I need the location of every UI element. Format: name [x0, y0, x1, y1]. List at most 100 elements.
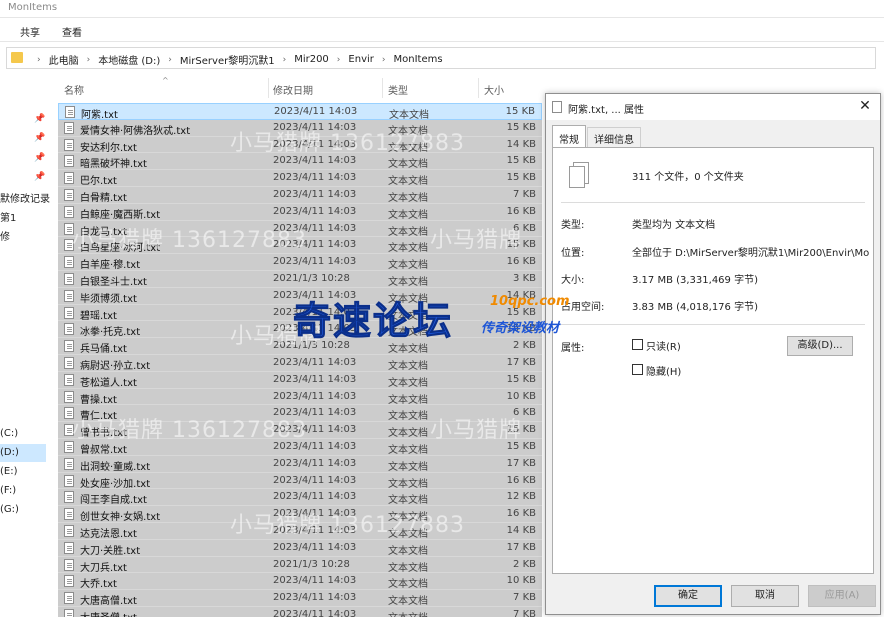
tab-details[interactable]: 详细信息: [587, 127, 641, 147]
file-type: 文本文档: [388, 125, 428, 137]
file-row[interactable]: 闯王李自成.txt 2023/4/11 14:03 文本文档 12 KB: [58, 489, 542, 506]
file-row[interactable]: 病尉迟·孙立.txt 2023/4/11 14:03 文本文档 17 KB: [58, 354, 542, 372]
text-file-icon: [64, 272, 74, 285]
file-row[interactable]: 白鸟星座·冰河.txt 2023/4/11 14:03 文本文档 15 KB: [58, 237, 542, 254]
file-row[interactable]: 阿紫.txt 2023/4/11 14:03 文本文档 15 KB: [58, 103, 542, 121]
readonly-checkbox[interactable]: 只读(R): [632, 337, 702, 353]
nav-drive-d[interactable]: (D:): [0, 444, 46, 462]
file-row[interactable]: 兵马俑.txt 2021/1/3 10:28 文本文档 2 KB: [58, 338, 542, 355]
file-row[interactable]: 大刀兵.txt 2021/1/3 10:28 文本文档 2 KB: [58, 556, 542, 574]
nav-drive-c[interactable]: (C:): [0, 425, 46, 443]
column-header-date[interactable]: 修改日期: [273, 82, 313, 97]
file-date: 2023/4/11 14:03: [273, 524, 357, 536]
file-row[interactable]: 毕须博须.txt 2023/4/11 14:03 文本文档 14 KB: [58, 287, 542, 305]
file-row[interactable]: 白骨精.txt 2023/4/11 14:03 文本文档 7 KB: [58, 186, 542, 204]
file-size: 15 KB: [506, 373, 536, 385]
pin-icon[interactable]: 📌: [34, 172, 45, 182]
hidden-checkbox[interactable]: 隐藏(H): [632, 362, 702, 378]
file-row[interactable]: 苍松道人.txt 2023/4/11 14:03 文本文档 15 KB: [58, 371, 542, 389]
column-divider[interactable]: [268, 78, 269, 98]
column-header-name[interactable]: 名称: [64, 82, 84, 97]
pin-icon[interactable]: 📌: [34, 133, 45, 143]
file-row[interactable]: 白羊座·穆.txt 2023/4/11 14:03 文本文档 16 KB: [58, 254, 542, 271]
ribbon-tab-view[interactable]: 查看: [62, 24, 82, 39]
column-divider[interactable]: [382, 78, 383, 98]
crumb-this-pc[interactable]: 此电脑: [49, 52, 79, 67]
file-row[interactable]: 安达利尔.txt 2023/4/11 14:03 文本文档 14 KB: [58, 136, 542, 154]
chevron-right-icon[interactable]: ›: [337, 55, 341, 65]
file-row[interactable]: 白银圣斗士.txt 2021/1/3 10:28 文本文档 3 KB: [58, 270, 542, 288]
nav-item-recent[interactable]: 默修改记录: [0, 190, 50, 205]
file-name: 达克法恩.txt: [80, 528, 137, 540]
file-row[interactable]: 大唐圣僧.txt 2023/4/11 14:03 文本文档 7 KB: [58, 606, 542, 617]
chevron-right-icon[interactable]: ›: [37, 55, 41, 65]
file-row[interactable]: 白龙马.txt 2023/4/11 14:03 文本文档 6 KB: [58, 220, 542, 238]
file-type: 文本文档: [388, 310, 428, 322]
file-date: 2023/4/11 14:03: [273, 457, 357, 469]
column-header-size[interactable]: 大小: [484, 82, 504, 97]
file-size: 14 KB: [506, 289, 536, 301]
chevron-right-icon[interactable]: ›: [382, 55, 386, 65]
pin-icon[interactable]: 📌: [34, 153, 45, 163]
address-bar[interactable]: › 此电脑 › 本地磁盘 (D:) › MirServer黎明沉默1 › Mir…: [6, 47, 876, 69]
apply-button[interactable]: 应用(A): [808, 585, 876, 607]
nav-drive-g[interactable]: (G:): [0, 501, 46, 519]
chevron-right-icon[interactable]: ›: [168, 55, 172, 65]
nav-item-1[interactable]: 第1: [0, 209, 16, 224]
file-row[interactable]: 出洞蛟·童威.txt 2023/4/11 14:03 文本文档 17 KB: [58, 455, 542, 473]
dialog-titlebar[interactable]: 阿紫.txt, ... 属性 ✕: [546, 94, 880, 120]
file-name: 白鲸座·魔西斯.txt: [80, 209, 161, 221]
file-row[interactable]: 曹仁.txt 2023/4/11 14:03 文本文档 6 KB: [58, 405, 542, 422]
nav-drive-e-label: (E:): [0, 466, 18, 477]
crumb-mir200[interactable]: Mir200: [294, 54, 329, 65]
chevron-right-icon[interactable]: ›: [283, 55, 287, 65]
file-row[interactable]: 达克法恩.txt 2023/4/11 14:03 文本文档 14 KB: [58, 522, 542, 540]
checkbox-box[interactable]: [632, 364, 643, 375]
file-row[interactable]: 白鲸座·魔西斯.txt 2023/4/11 14:03 文本文档 16 KB: [58, 203, 542, 221]
file-row[interactable]: 大乔.txt 2023/4/11 14:03 文本文档 10 KB: [58, 573, 542, 590]
tab-general[interactable]: 常规: [552, 125, 586, 147]
file-row[interactable]: 曹操.txt 2023/4/11 14:03 文本文档 10 KB: [58, 388, 542, 406]
advanced-button[interactable]: 高级(D)...: [787, 336, 853, 356]
file-name: 冰拳·托克.txt: [80, 327, 141, 339]
file-row[interactable]: 曾叔常.txt 2023/4/11 14:03 文本文档 15 KB: [58, 438, 542, 456]
file-date: 2023/4/11 14:03: [273, 138, 357, 150]
checkbox-box[interactable]: [632, 339, 643, 350]
text-file-icon: [64, 340, 74, 353]
crumb-drive-d[interactable]: 本地磁盘 (D:): [98, 52, 160, 67]
file-row[interactable]: 冰拳·托克.txt 2023/4/11 14:03 文本文档 15 KB: [58, 321, 542, 338]
column-header-type[interactable]: 类型: [388, 82, 408, 97]
nav-item-2[interactable]: 修: [0, 228, 10, 243]
file-row[interactable]: 巴尔.txt 2023/4/11 14:03 文本文档 15 KB: [58, 170, 542, 187]
file-size: 17 KB: [506, 356, 536, 368]
close-icon[interactable]: ✕: [856, 97, 874, 115]
crumb-envir[interactable]: Envir: [348, 54, 373, 65]
file-date: 2023/4/11 14:03: [273, 575, 357, 587]
file-size: 15 KB: [506, 239, 536, 251]
hidden-label[interactable]: 隐藏(H): [646, 363, 681, 378]
pin-icon[interactable]: 📌: [34, 114, 45, 124]
file-row[interactable]: 处女座·沙加.txt 2023/4/11 14:03 文本文档 16 KB: [58, 472, 542, 490]
file-row[interactable]: 暗黑破坏神.txt 2023/4/11 14:03 文本文档 15 KB: [58, 153, 542, 170]
file-row[interactable]: 创世女神·女娲.txt 2023/4/11 14:03 文本文档 16 KB: [58, 506, 542, 523]
chevron-right-icon[interactable]: ›: [87, 55, 91, 65]
file-row[interactable]: 大刀·关胜.txt 2023/4/11 14:03 文本文档 17 KB: [58, 539, 542, 557]
nav-drive-f-label: (F:): [0, 485, 17, 496]
ok-button[interactable]: 确定: [654, 585, 722, 607]
location-label: 位置:: [561, 248, 585, 259]
column-divider[interactable]: [478, 78, 479, 98]
crumb-mirserver[interactable]: MirServer黎明沉默1: [180, 52, 275, 67]
file-size: 7 KB: [513, 608, 536, 617]
file-row[interactable]: 大唐高僧.txt 2023/4/11 14:03 文本文档 7 KB: [58, 590, 542, 607]
ribbon-tab-share[interactable]: 共享: [20, 24, 40, 39]
nav-drive-e[interactable]: (E:): [0, 463, 46, 481]
cancel-button[interactable]: 取消: [731, 585, 799, 607]
file-row[interactable]: 曾书书.txt 2023/4/11 14:03 文本文档 15 KB: [58, 422, 542, 439]
file-row[interactable]: 碧瑶.txt 2023/4/11 14:03 文本文档 15 KB: [58, 304, 542, 322]
readonly-label[interactable]: 只读(R): [646, 338, 681, 353]
crumb-monitems[interactable]: MonItems: [393, 54, 442, 65]
file-type: 文本文档: [388, 327, 428, 339]
file-row[interactable]: 爱情女神·阿佛洛狄忒.txt 2023/4/11 14:03 文本文档 15 KB: [58, 119, 542, 137]
folder-icon: [11, 52, 23, 63]
nav-drive-f[interactable]: (F:): [0, 482, 46, 500]
